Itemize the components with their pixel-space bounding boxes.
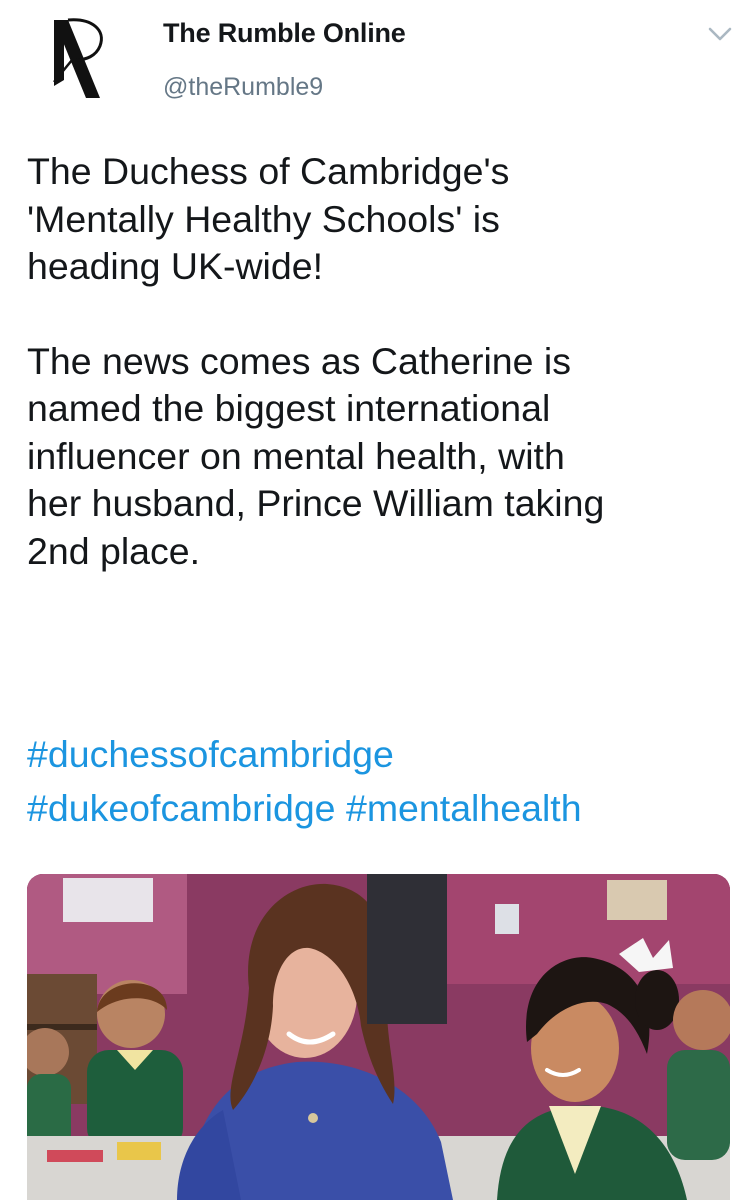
tweet-card: The Rumble Online @theRumble9 The Duches… xyxy=(0,0,755,1200)
hashtags: #duchessofcambridge #dukeofcambridge #me… xyxy=(27,727,739,835)
hashtag-duchessofcambridge[interactable]: #duchessofcambridge xyxy=(27,733,394,775)
author-display-name[interactable]: The Rumble Online xyxy=(163,18,406,49)
chevron-down-icon[interactable] xyxy=(706,24,734,44)
tweet-photo[interactable] xyxy=(27,874,730,1200)
tweet-paragraph-2: The news comes as Catherine is named the… xyxy=(27,339,605,572)
tweet-text: The Duchess of Cambridge's 'Mentally Hea… xyxy=(27,148,739,575)
hashtag-dukeofcambridge[interactable]: #dukeofcambridge xyxy=(27,787,336,829)
rumble-logo-icon xyxy=(53,18,103,98)
author-avatar[interactable] xyxy=(48,16,112,102)
tweet-paragraph-1: The Duchess of Cambridge's 'Mentally Hea… xyxy=(27,150,510,287)
hashtag-mentalhealth[interactable]: #mentalhealth xyxy=(346,787,582,829)
author-handle[interactable]: @theRumble9 xyxy=(163,73,323,102)
